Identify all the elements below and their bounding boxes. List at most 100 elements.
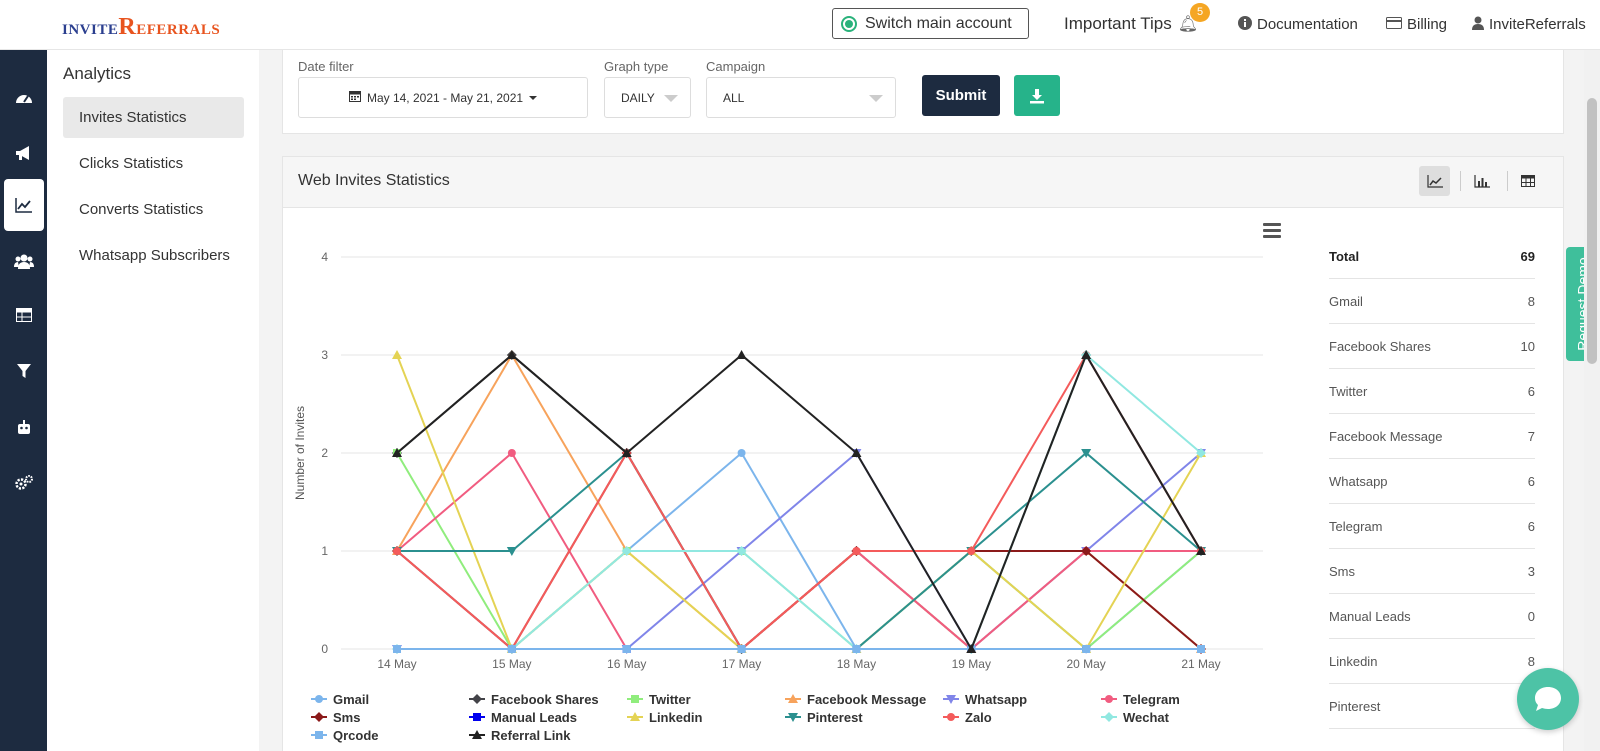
tips-badge: 5 [1190, 3, 1210, 22]
totals-label: Facebook Shares [1329, 338, 1431, 354]
data-point [737, 645, 746, 653]
totals-value: 6 [1527, 383, 1535, 399]
x-tick-label: 18 May [837, 657, 876, 671]
subnav-item-converts-statistics[interactable]: Converts Statistics [63, 189, 244, 230]
filter-icon[interactable] [0, 346, 47, 396]
legend-label: Linkedin [649, 710, 703, 725]
totals-label: Linkedin [1329, 653, 1378, 669]
switch-account-button[interactable]: Switch main account [832, 8, 1029, 39]
totals-value: 6 [1527, 518, 1535, 534]
totals-value: 6 [1527, 473, 1535, 489]
user-icon [1472, 16, 1484, 33]
main-sidebar [0, 50, 47, 751]
subnav-item-whatsapp-subscribers[interactable]: Whatsapp Subscribers [63, 235, 244, 276]
line-chart-view-button[interactable] [1419, 166, 1450, 196]
submit-button[interactable]: Submit [922, 75, 1000, 116]
logo[interactable]: INVITEREFERRALS [62, 14, 220, 41]
totals-value: 3 [1527, 563, 1535, 579]
totals-label: Whatsapp [1329, 473, 1388, 489]
calendar-icon [348, 90, 361, 105]
totals-row-total: Total 69 [1329, 234, 1535, 279]
switch-account-label: Switch main account [865, 14, 1012, 32]
totals-row: Telegram 6 [1329, 504, 1535, 549]
x-tick-label: 20 May [1066, 657, 1105, 671]
logo-letter: R [118, 14, 137, 40]
totals-label: Telegram [1329, 518, 1383, 534]
x-tick-label: 16 May [607, 657, 646, 671]
top-bar: INVITEREFERRALS Switch main account Impo… [0, 0, 1600, 50]
table-view-button[interactable] [1512, 166, 1543, 196]
totals-label: Pinterest [1329, 698, 1381, 714]
totals-value: 8 [1527, 653, 1535, 669]
graph-type-select[interactable]: DAILY [604, 77, 691, 118]
billing-link[interactable]: Billing [1386, 16, 1447, 33]
legend-label: Manual Leads [491, 710, 577, 725]
data-point [967, 547, 976, 555]
y-axis-label: Number of Invites [293, 406, 307, 500]
totals-row: Sms 3 [1329, 549, 1535, 594]
totals-value: 7 [1527, 428, 1535, 444]
logo-text-rest: EFERRALS [136, 22, 221, 38]
y-tick-label: 2 [321, 446, 328, 460]
totals-value: 0 [1527, 608, 1535, 624]
important-tips-link[interactable]: Important Tips 🔔︎ [1064, 14, 1198, 34]
totals-value: 10 [1520, 338, 1535, 354]
campaign-label: Campaign [706, 59, 766, 74]
robot-icon[interactable] [0, 402, 47, 452]
legend-label: Facebook Message [807, 692, 926, 707]
data-point [737, 449, 746, 457]
y-tick-label: 3 [321, 348, 328, 362]
date-range-picker[interactable]: May 14, 2021 - May 21, 2021 [298, 77, 588, 118]
legend-label: Referral Link [491, 728, 571, 743]
megaphone-icon[interactable] [0, 128, 47, 178]
data-point [393, 547, 401, 555]
data-point [852, 645, 861, 653]
chevron-down-icon [664, 95, 678, 102]
totals-row: Whatsapp 6 [1329, 459, 1535, 504]
x-tick-label: 14 May [377, 657, 416, 671]
bar-chart-view-button[interactable] [1466, 166, 1497, 196]
download-button[interactable] [1014, 75, 1060, 116]
x-tick-label: 19 May [952, 657, 991, 671]
documentation-link[interactable]: Documentation [1238, 16, 1358, 33]
data-point [507, 645, 516, 653]
totals-row: Linkedin 8 [1329, 639, 1535, 684]
dashboard-icon[interactable] [0, 72, 47, 122]
web-invites-panel: Web Invites Statistics 0 1 2 3 4 Number of In… [282, 156, 1564, 751]
filter-panel: Date filter May 14, 2021 - May 21, 2021 … [282, 50, 1564, 134]
table-icon[interactable] [0, 290, 47, 340]
line-chart-icon [1426, 174, 1443, 188]
subnav-title: Analytics [63, 64, 132, 83]
data-point [507, 449, 516, 457]
totals-row: Gmail 8 [1329, 279, 1535, 324]
totals-label: Twitter [1329, 383, 1368, 399]
campaign-select[interactable]: ALL [706, 77, 896, 118]
users-icon[interactable] [0, 236, 47, 286]
totals-label: Manual Leads [1329, 608, 1411, 624]
totals-label: Total [1329, 248, 1360, 264]
credit-card-icon [1386, 17, 1402, 32]
radio-icon [841, 15, 857, 32]
x-tick-label: 21 May [1181, 657, 1220, 671]
settings-icon[interactable] [0, 458, 47, 508]
totals-table: Total 69 Gmail 8 Facebook Shares 10 Twitter 6 Fa… [1329, 234, 1535, 729]
y-tick-label: 1 [321, 544, 328, 558]
account-menu[interactable]: InviteReferrals [1472, 16, 1586, 33]
analytics-subnav: Analytics Invites Statistics Clicks Stat… [47, 50, 259, 751]
analytics-icon[interactable] [4, 179, 44, 231]
totals-label: Sms [1329, 563, 1355, 579]
invites-line-chart: 0 1 2 3 4 Number of Invites 14 May 15 May 16 May… [293, 250, 1263, 743]
subnav-item-clicks-statistics[interactable]: Clicks Statistics [63, 143, 244, 184]
subnav-item-invites-statistics[interactable]: Invites Statistics [63, 97, 244, 138]
data-point [1082, 645, 1091, 653]
legend-marker [1104, 712, 1114, 722]
chat-button[interactable] [1517, 668, 1579, 730]
totals-label: Facebook Message [1329, 428, 1443, 444]
chevron-down-icon [529, 95, 538, 100]
scrollbar-thumb[interactable] [1587, 98, 1597, 364]
legend-marker [473, 713, 481, 721]
legend-marker [947, 713, 955, 721]
legend-marker [472, 694, 482, 704]
totals-row: Facebook Message 7 [1329, 414, 1535, 459]
legend-marker [315, 695, 323, 703]
